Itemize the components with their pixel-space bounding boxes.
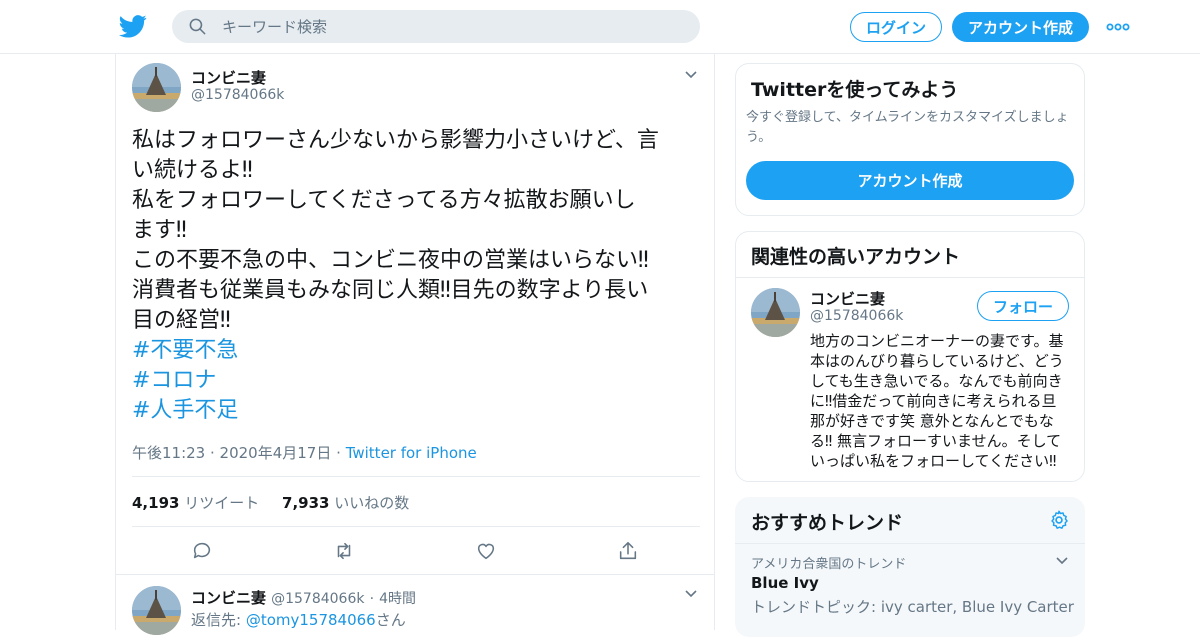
follow-button[interactable]: フォロー [977,291,1069,321]
reply-prefix: 返信先: [191,611,246,629]
tweet-text-line: この不要不急の中、コンビニ夜中の営業はいらない‼ [132,248,649,273]
retweet-count: 4,193 [132,494,180,512]
trends-title: おすすめトレンド [751,512,904,534]
hashtag-link[interactable]: #人手不足 [132,396,702,426]
avatar[interactable] [751,288,800,337]
meta-separator: · [336,444,341,462]
divider [736,277,1084,278]
reply-author-name[interactable]: コンビニ妻 [191,589,266,607]
share-icon[interactable] [617,540,639,562]
hashtag-link[interactable]: #コロナ [132,366,702,396]
create-account-button[interactable]: アカウント作成 [746,161,1074,200]
twitter-bird-icon[interactable] [119,12,147,40]
tweet-text: 私はフォロワーさん少ないから影響力小さいけど、言 い続けるよ‼ 私をフォロワーし… [132,126,702,426]
reply-time[interactable]: 4時間 [379,591,416,607]
avatar[interactable] [132,63,181,112]
trend-item[interactable]: アメリカ合衆国のトレンド Blue Ivy トレンドトピック: ivy cart… [735,544,1085,624]
top-header: ログイン アカウント作成 [0,0,1200,54]
like-stat[interactable]: 7,933 いいねの数 [282,494,409,512]
login-button[interactable]: ログイン [850,12,942,42]
tweet-meta: 午後11:23 · 2020年4月17日 · Twitter for iPhon… [132,442,477,463]
more-options-icon[interactable] [1106,18,1130,36]
tweet-text-line: 私はフォロワーさん少ないから影響力小さいけど、言 [132,128,659,153]
tweet-source-link[interactable]: Twitter for iPhone [346,444,477,462]
tweet-text-line: 消費者も従業員もみな同じ人類‼目先の数字より長い [132,278,649,303]
trend-name: Blue Ivy [751,574,819,592]
bio-line: に‼借金だって前向きに考えられる旦 [810,392,1057,410]
bio-line: しても生き急いでる。なんでも前向き [810,372,1063,390]
retweet-icon[interactable] [333,540,355,562]
related-account-bio: 地方のコンビニオーナーの妻です。基 本はのんびり暮らしているけど、どう しても生… [810,331,1072,471]
divider [132,476,700,477]
reply-dot: · [369,591,375,607]
reply-icon[interactable] [191,540,213,562]
related-account-name[interactable]: コンビニ妻 [810,288,885,309]
retweet-label: リツイート [184,494,260,512]
tweet-column: コンビニ妻 @15784066k 私はフォロワーさん少ないから影響力小さいけど、… [115,54,715,635]
reply-suffix: さん [375,611,406,629]
signup-button[interactable]: アカウント作成 [952,12,1089,42]
tweet-timestamp[interactable]: 午後11:23 · 2020年4月17日 [132,444,331,462]
trend-context: アメリカ合衆国のトレンド [751,557,907,572]
reply-context: 返信先: @tomy15784066さん [191,609,406,630]
signup-card-title: Twitterを使ってみよう [751,79,959,101]
search-icon [189,18,206,35]
divider [132,526,700,527]
tweet-text-line: 私をフォロワーしてくださってる方々拡散お願いし [132,188,636,213]
chevron-down-icon[interactable] [1054,553,1070,569]
like-label: いいねの数 [334,494,410,512]
like-heart-icon[interactable] [475,540,497,562]
signup-card-description: 今すぐ登録して、タイムラインをカスタマイズしましょう。 [746,110,1069,145]
reply-to-link[interactable]: @tomy15784066 [246,611,376,629]
signup-card: Twitterを使ってみよう 今すぐ登録して、タイムラインをカスタマイズしましょ… [735,63,1085,216]
gear-icon[interactable] [1048,509,1070,531]
related-accounts-card: 関連性の高いアカウント コンビニ妻 @15784066k フォロー 地方のコンビ… [735,231,1085,482]
tweet-text-line: 目の経営‼ [132,308,231,333]
bio-line: る‼ 無言フォローすいません。そして [810,432,1062,450]
tweet-text-line: ます‼ [132,218,187,243]
divider [116,574,714,575]
search-input[interactable] [222,10,682,43]
author-handle[interactable]: @15784066k [191,87,284,103]
related-card-title: 関連性の高いアカウント [751,246,961,268]
chevron-down-icon[interactable] [683,67,699,83]
search-bar[interactable] [172,10,700,43]
trend-detail: トレンドトピック: ivy carter, Blue Ivy Carter [751,598,1074,616]
related-account-handle[interactable]: @15784066k [810,308,903,324]
hashtag-link[interactable]: #不要不急 [132,336,702,366]
avatar[interactable] [132,586,181,635]
bio-line: 那が好きです笑 意外となんとでもな [810,412,1054,430]
tweet-text-line: い続けるよ‼ [132,158,253,183]
trends-card: おすすめトレンド アメリカ合衆国のトレンド Blue Ivy トレンドトピック:… [735,497,1085,637]
tweet-stats: 4,193 リツイート 7,933 いいねの数 [132,492,427,513]
retweet-stat[interactable]: 4,193 リツイート [132,494,259,512]
bio-line: いっぱい私をフォローしてください‼ [810,452,1057,470]
bio-line: 地方のコンビニオーナーの妻です。基 [810,332,1064,350]
chevron-down-icon[interactable] [683,586,699,602]
author-name[interactable]: コンビニ妻 [191,67,266,88]
bio-line: 本はのんびり暮らしているけど、どう [810,352,1064,370]
like-count: 7,933 [282,494,330,512]
reply-author-handle[interactable]: @15784066k [271,591,364,607]
reply-header: コンビニ妻 @15784066k · 4時間 [191,587,416,608]
